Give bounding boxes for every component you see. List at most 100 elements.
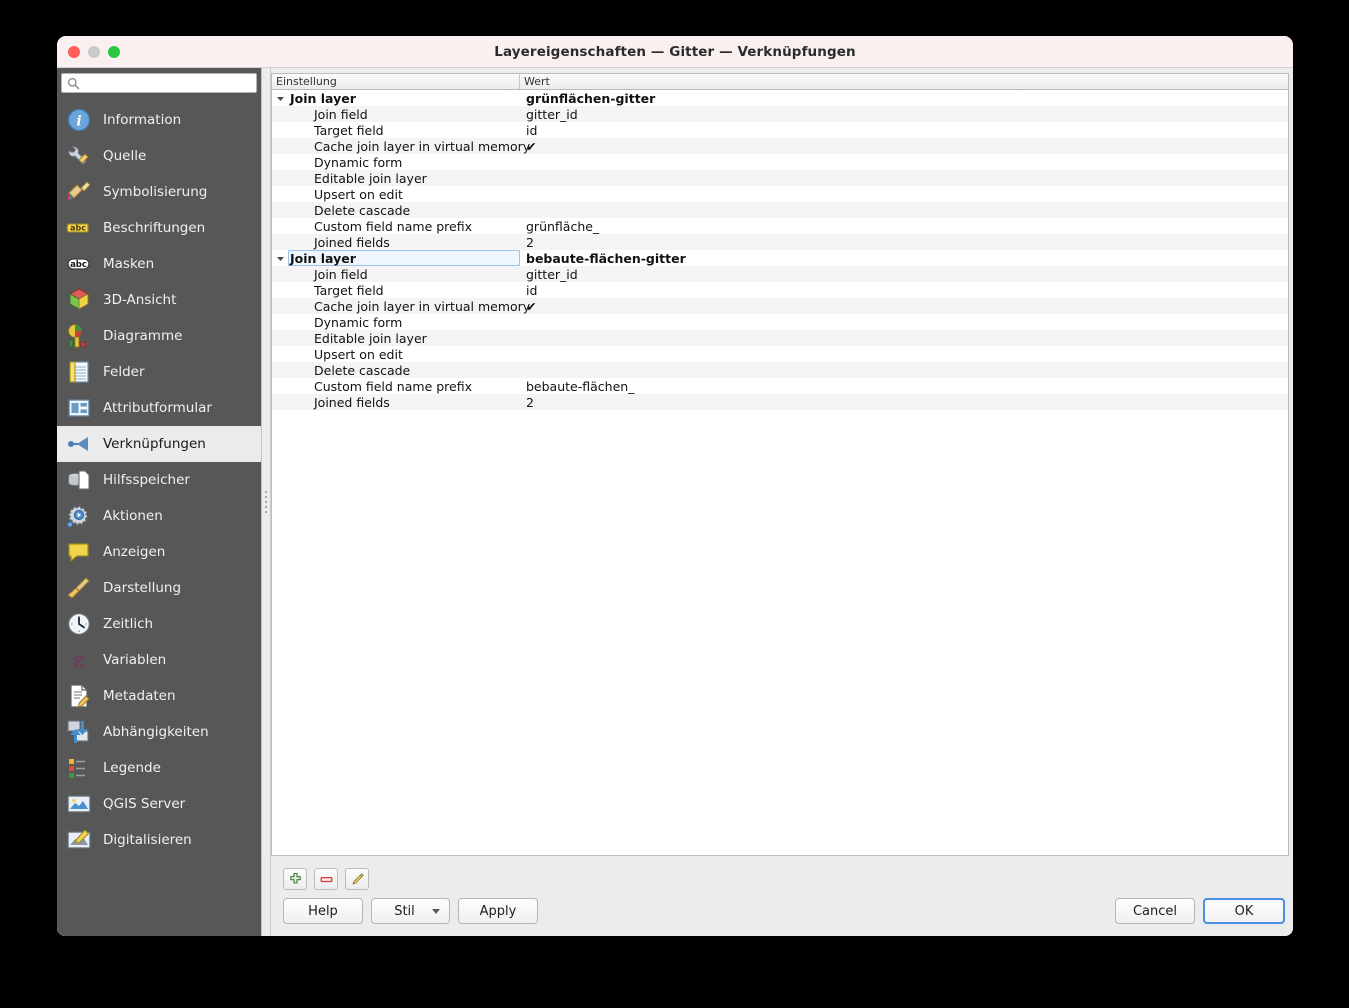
- sidebar-item-symbolisierung[interactable]: Symbolisierung: [57, 174, 261, 210]
- sidebar-item-abh-ngigkeiten[interactable]: Abhängigkeiten: [57, 714, 261, 750]
- sidebar-item-quelle[interactable]: Quelle: [57, 138, 261, 174]
- tree-cell-value: grünfläche_: [526, 218, 600, 234]
- tree-row[interactable]: Joined fields 2: [272, 234, 1288, 250]
- tree-cell-value: id: [526, 122, 538, 138]
- tree-row[interactable]: Delete cascade: [272, 362, 1288, 378]
- tree-cell-setting: Upsert on edit: [272, 346, 520, 362]
- sidebar-item-masken[interactable]: abc Masken: [57, 246, 261, 282]
- edit-join-button[interactable]: [345, 868, 369, 890]
- auxiliary-storage-icon: [68, 470, 90, 490]
- tree-setting-label: Join field: [314, 106, 368, 122]
- tree-row[interactable]: Join field gitter_id: [272, 106, 1288, 122]
- search-box[interactable]: [61, 73, 257, 93]
- yellow-pencil-icon: [352, 872, 364, 884]
- tree-setting-label: Dynamic form: [314, 154, 403, 170]
- tree-cell-setting: Target field: [272, 282, 520, 298]
- sidebar-item-felder[interactable]: Felder: [57, 354, 261, 390]
- column-header-value[interactable]: Wert: [520, 74, 1288, 89]
- tree-cell-setting: Upsert on edit: [272, 186, 520, 202]
- tree-row[interactable]: Joined fields 2: [272, 394, 1288, 410]
- tree-setting-label: Delete cascade: [314, 202, 411, 218]
- sidebar-item-verkn-pfungen[interactable]: Verknüpfungen: [57, 426, 261, 462]
- sidebar-item-metadaten[interactable]: Metadaten: [57, 678, 261, 714]
- tree-cell-value: gitter_id: [526, 266, 578, 282]
- temporal-clock-icon: [67, 612, 91, 636]
- tree-row[interactable]: Custom field name prefix grünfläche_: [272, 218, 1288, 234]
- green-plus-icon: [289, 872, 301, 884]
- window-controls: [68, 46, 120, 58]
- tree-column-headers: Einstellung Wert: [272, 74, 1288, 90]
- sidebar-item-variablen[interactable]: ε Variablen: [57, 642, 261, 678]
- tree-cell-setting: Editable join layer: [272, 330, 520, 346]
- tree-row[interactable]: Upsert on edit: [272, 346, 1288, 362]
- panel-splitter[interactable]: [261, 68, 271, 936]
- tree-cell-value: 2: [526, 234, 534, 250]
- source-wrench-icon: [68, 146, 89, 165]
- sidebar-item-3d-ansicht[interactable]: 3D-Ansicht: [57, 282, 261, 318]
- minimize-window-button[interactable]: [88, 46, 100, 58]
- window-titlebar: Layereigenschaften — Gitter — Verknüpfun…: [57, 36, 1293, 68]
- qgis-server-icon: [67, 795, 91, 813]
- sidebar-item-darstellung[interactable]: Darstellung: [57, 570, 261, 606]
- sidebar-item-anzeigen[interactable]: Anzeigen: [57, 534, 261, 570]
- disclosure-triangle-icon[interactable]: [272, 254, 288, 263]
- tree-group-row[interactable]: Join layer grünflächen-gitter: [272, 90, 1288, 106]
- sidebar-item-aktionen[interactable]: Aktionen: [57, 498, 261, 534]
- tree-row[interactable]: Dynamic form: [272, 154, 1288, 170]
- cancel-button[interactable]: Cancel: [1115, 898, 1195, 924]
- sidebar-item-label: Zeitlich: [103, 616, 154, 632]
- ok-button[interactable]: OK: [1203, 898, 1285, 924]
- sidebar-item-label: Felder: [103, 364, 145, 380]
- sidebar-item-label: Metadaten: [103, 688, 176, 704]
- add-join-button[interactable]: [283, 868, 307, 890]
- style-button-label: Stil: [394, 903, 415, 919]
- tree-row[interactable]: Target field id: [272, 122, 1288, 138]
- dialog-button-bar: Help Stil Apply Cancel OK: [271, 898, 1289, 936]
- sidebar-item-digitalisieren[interactable]: Digitalisieren: [57, 822, 261, 858]
- tree-setting-label: Upsert on edit: [314, 186, 403, 202]
- sidebar-item-attributformular[interactable]: Attributformular: [57, 390, 261, 426]
- tree-group-row[interactable]: Join layer bebaute-flächen-gitter: [272, 250, 1288, 266]
- tree-row[interactable]: Upsert on edit: [272, 186, 1288, 202]
- tree-cell-value: gitter_id: [526, 106, 578, 122]
- close-window-button[interactable]: [68, 46, 80, 58]
- tree-row[interactable]: Editable join layer: [272, 170, 1288, 186]
- sidebar-item-label: Information: [103, 112, 182, 128]
- sidebar-item-qgis-server[interactable]: QGIS Server: [57, 786, 261, 822]
- help-button[interactable]: Help: [283, 898, 363, 924]
- tree-row[interactable]: Custom field name prefix bebaute-flächen_: [272, 378, 1288, 394]
- sidebar-item-label: Abhängigkeiten: [103, 724, 209, 740]
- tree-row[interactable]: Cache join layer in virtual memory ✔: [272, 138, 1288, 154]
- sidebar-item-label: Beschriftungen: [103, 220, 206, 236]
- disclosure-triangle-icon[interactable]: [272, 94, 288, 103]
- sidebar-item-beschriftungen[interactable]: abc Beschriftungen: [57, 210, 261, 246]
- rendering-broom-icon: [67, 577, 90, 599]
- tree-cell-setting: Target field: [272, 122, 520, 138]
- sidebar-item-legende[interactable]: Legende: [57, 750, 261, 786]
- zoom-window-button[interactable]: [108, 46, 120, 58]
- sidebar-item-zeitlich[interactable]: Zeitlich: [57, 606, 261, 642]
- apply-button[interactable]: Apply: [458, 898, 538, 924]
- tree-row[interactable]: Target field id: [272, 282, 1288, 298]
- tree-row[interactable]: Dynamic form: [272, 314, 1288, 330]
- attribute-form-icon: [68, 399, 90, 417]
- tree-setting-label: Target field: [314, 122, 384, 138]
- tree-row[interactable]: Editable join layer: [272, 330, 1288, 346]
- tree-row[interactable]: Join field gitter_id: [272, 266, 1288, 282]
- sidebar-item-information[interactable]: i Information: [57, 102, 261, 138]
- sidebar-item-label: QGIS Server: [103, 796, 186, 812]
- digitizing-pencil-icon: [67, 829, 91, 849]
- search-input[interactable]: [80, 74, 256, 92]
- sidebar-item-diagramme[interactable]: Diagramme: [57, 318, 261, 354]
- legend-icon: [69, 759, 85, 778]
- tree-row[interactable]: Cache join layer in virtual memory ✔: [272, 298, 1288, 314]
- style-button[interactable]: Stil: [371, 898, 450, 924]
- tree-setting-label: Joined fields: [314, 394, 390, 410]
- column-header-setting[interactable]: Einstellung: [272, 74, 520, 89]
- tree-cell-setting: Delete cascade: [272, 202, 520, 218]
- tree-setting-label: Custom field name prefix: [314, 218, 472, 234]
- sidebar-item-hilfsspeicher[interactable]: Hilfsspeicher: [57, 462, 261, 498]
- svg-text:ε: ε: [74, 648, 85, 672]
- remove-join-button[interactable]: [314, 868, 338, 890]
- tree-row[interactable]: Delete cascade: [272, 202, 1288, 218]
